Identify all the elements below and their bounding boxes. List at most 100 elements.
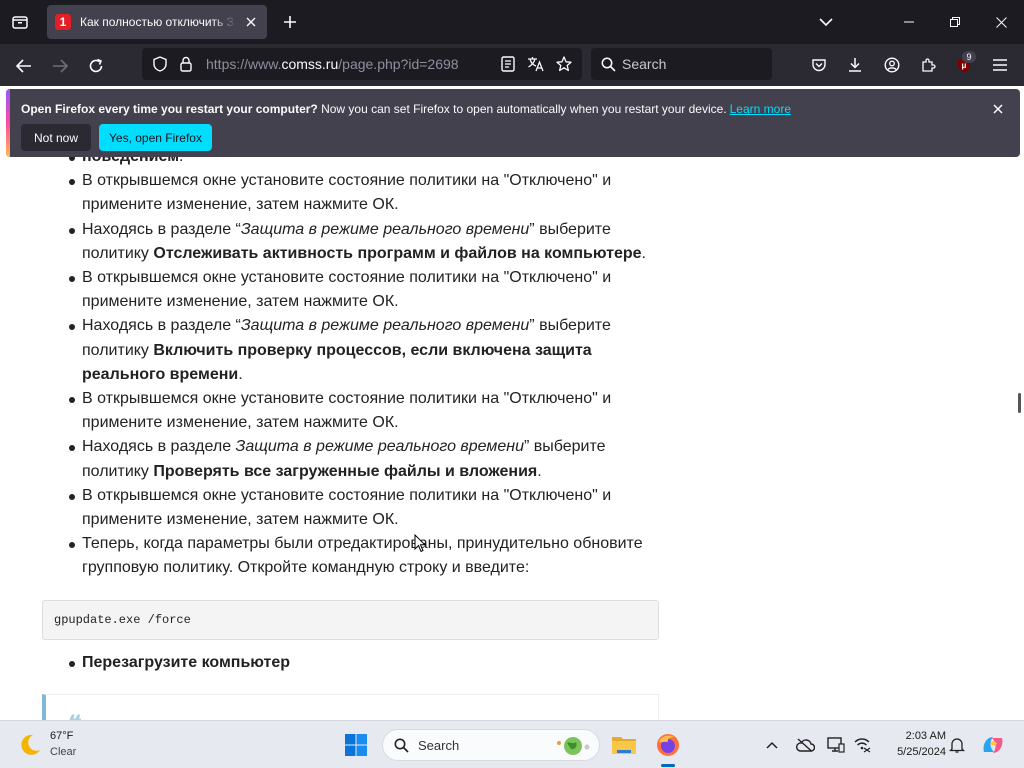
site-favicon-icon: 1 bbox=[55, 14, 71, 30]
network-icon bbox=[854, 738, 871, 753]
mouse-cursor-icon bbox=[414, 534, 426, 553]
navigation-toolbar: https://www.comss.ru/page.php?id=2698 Se… bbox=[0, 44, 1024, 86]
file-explorer-taskbar-button[interactable] bbox=[606, 727, 642, 763]
windows-start-icon[interactable] bbox=[344, 733, 368, 757]
plus-icon bbox=[284, 16, 296, 28]
list-item: В открывшемся окне установите состояние … bbox=[56, 484, 656, 532]
maximize-button[interactable] bbox=[932, 0, 978, 44]
back-button[interactable] bbox=[10, 52, 38, 80]
chevron-up-icon bbox=[766, 741, 778, 749]
pocket-button[interactable] bbox=[807, 53, 831, 77]
minimize-icon bbox=[904, 21, 914, 23]
pocket-icon bbox=[812, 59, 826, 72]
notification-accent-bar bbox=[6, 89, 10, 157]
instruction-list: поведением. В открывшемся окне установите… bbox=[56, 157, 656, 581]
minimize-button[interactable] bbox=[886, 0, 932, 44]
notifications-tray-button[interactable] bbox=[946, 734, 968, 756]
firefox-taskbar-button[interactable] bbox=[650, 727, 686, 763]
tab-list-button[interactable] bbox=[8, 10, 32, 34]
active-tab[interactable]: 1 Как полностью отключить За bbox=[47, 5, 267, 39]
puzzle-icon bbox=[922, 58, 936, 72]
page-content: поведением. В открывшемся окне установите… bbox=[0, 157, 1024, 720]
search-icon bbox=[394, 738, 409, 753]
network-tray-button[interactable] bbox=[851, 734, 873, 756]
search-icon bbox=[598, 54, 618, 74]
address-bar[interactable]: https://www.comss.ru/page.php?id=2698 bbox=[142, 48, 582, 80]
text-run: Находясь в разделе bbox=[82, 438, 236, 456]
text-run: . bbox=[641, 244, 646, 262]
notification-body: Now you can set Firefox to open automati… bbox=[317, 102, 727, 116]
list-item: В открывшемся окне установите состояние … bbox=[56, 266, 656, 314]
text-run: В открывшемся окне установите состояние … bbox=[82, 390, 612, 432]
text-run: . bbox=[537, 462, 542, 480]
default-browser-notification: Open Firefox every time you restart your… bbox=[6, 89, 1020, 157]
notification-message: Open Firefox every time you restart your… bbox=[21, 102, 791, 116]
account-button[interactable] bbox=[880, 53, 904, 77]
notification-close-button[interactable] bbox=[989, 100, 1007, 118]
copilot-button[interactable] bbox=[980, 734, 1006, 756]
reload-icon bbox=[89, 58, 103, 73]
url-scheme: https://www. bbox=[206, 56, 282, 72]
list-item: Находясь в разделе “Защита в режиме реал… bbox=[56, 218, 656, 266]
restore-icon bbox=[950, 17, 960, 27]
bold-text: Проверять все загруженные файлы и вложен… bbox=[153, 462, 538, 480]
onedrive-tray-button[interactable] bbox=[794, 734, 816, 756]
text-run: . bbox=[238, 365, 243, 383]
forward-button[interactable] bbox=[46, 52, 74, 80]
search-bar[interactable]: Search bbox=[591, 48, 772, 80]
weather-temperature[interactable]: 67°F bbox=[50, 730, 73, 742]
translate-icon[interactable] bbox=[526, 54, 546, 74]
list-item: Находясь в разделе Защита в режиме реаль… bbox=[56, 435, 656, 483]
show-hidden-icons-button[interactable] bbox=[761, 734, 783, 756]
reader-view-icon[interactable] bbox=[498, 54, 518, 74]
clock-time[interactable]: 2:03 AM bbox=[880, 730, 946, 742]
display-tray-button[interactable] bbox=[825, 734, 847, 756]
bookmark-star-icon[interactable] bbox=[554, 54, 574, 74]
yes-open-firefox-button[interactable]: Yes, open Firefox bbox=[99, 124, 212, 151]
italic-text: Защита в режиме реального времени bbox=[240, 317, 530, 335]
code-command: gpupdate.exe /force bbox=[54, 613, 191, 627]
hamburger-menu-icon bbox=[993, 59, 1007, 71]
close-window-button[interactable] bbox=[978, 0, 1024, 44]
url-path: /page.php?id=2698 bbox=[338, 56, 459, 72]
tab-list-icon bbox=[12, 16, 28, 29]
close-icon bbox=[246, 17, 256, 27]
italic-text: Защита в режиме реального времени bbox=[240, 220, 530, 238]
notification-title: Open Firefox every time you restart your… bbox=[21, 102, 318, 116]
new-tab-button[interactable] bbox=[278, 10, 302, 34]
active-app-indicator bbox=[661, 764, 675, 767]
reload-button[interactable] bbox=[82, 52, 110, 80]
list-item: В открывшемся окне установите состояние … bbox=[56, 169, 656, 217]
extensions-button[interactable] bbox=[916, 53, 940, 77]
not-now-button[interactable]: Not now bbox=[21, 124, 91, 151]
quote-block: ❝ bbox=[42, 694, 659, 720]
tab-close-button[interactable] bbox=[243, 14, 259, 30]
arrow-right-icon bbox=[53, 59, 68, 73]
moon-weather-icon[interactable] bbox=[18, 733, 42, 757]
code-block: gpupdate.exe /force bbox=[42, 600, 659, 640]
bold-text: Включить проверку процессов, если включе… bbox=[82, 341, 592, 383]
close-icon bbox=[995, 16, 1007, 28]
lock-icon[interactable] bbox=[176, 54, 196, 74]
taskbar-search-box[interactable]: Search bbox=[382, 729, 600, 761]
arrow-left-icon bbox=[16, 59, 31, 73]
downloads-button[interactable] bbox=[843, 53, 867, 77]
search-placeholder: Search bbox=[622, 56, 667, 72]
learn-more-link[interactable]: Learn more bbox=[730, 102, 791, 116]
url-text[interactable]: https://www.comss.ru/page.php?id=2698 bbox=[206, 56, 459, 72]
app-menu-button[interactable] bbox=[988, 53, 1012, 77]
extension-badge-count: 9 bbox=[962, 51, 976, 63]
weather-description[interactable]: Clear bbox=[50, 746, 76, 758]
windows-taskbar: 67°F Clear Search 2:03 AM 5/25/2024 bbox=[0, 720, 1024, 768]
tracking-protection-shield-icon[interactable] bbox=[150, 54, 170, 74]
scrollbar-thumb[interactable] bbox=[1018, 393, 1021, 413]
text-run: Теперь, когда параметры были отредактиро… bbox=[82, 535, 643, 577]
tab-strip: 1 Как полностью отключить За bbox=[0, 0, 1024, 44]
search-highlight-globe-icon bbox=[557, 737, 590, 755]
clock-date[interactable]: 5/25/2024 bbox=[880, 746, 946, 758]
list-item: Находясь в разделе “Защита в режиме реал… bbox=[56, 314, 656, 387]
quote-icon: ❝ bbox=[68, 711, 82, 720]
chevron-down-icon bbox=[819, 18, 833, 27]
list-all-tabs-button[interactable] bbox=[814, 10, 838, 34]
text-run: Находясь в разделе “ bbox=[82, 317, 241, 335]
